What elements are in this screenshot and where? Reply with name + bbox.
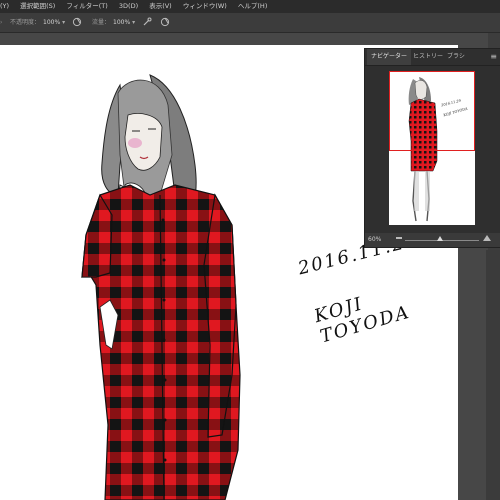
options-bar: › 不透明度： 100% ▾ 流量： 100% ▾ xyxy=(0,13,500,33)
right-dock-strip xyxy=(486,250,500,500)
panel-tabs: ナビゲーター ヒストリー ブラシ ≡ xyxy=(365,49,500,66)
pressure-opacity-icon[interactable] xyxy=(72,17,82,27)
airbrush-icon[interactable] xyxy=(142,17,152,27)
chevron-left-icon[interactable]: › xyxy=(0,13,8,32)
dropdown-icon[interactable]: ▾ xyxy=(62,19,65,26)
flow-value[interactable]: 100% xyxy=(113,19,130,26)
zoom-out-icon[interactable] xyxy=(396,237,402,243)
panel-menu-icon[interactable]: ≡ xyxy=(490,52,497,61)
zoom-in-icon[interactable] xyxy=(483,235,491,241)
menu-image[interactable]: (Y) xyxy=(0,0,9,13)
menu-select[interactable]: 選択範囲(S) xyxy=(20,0,55,13)
menu-help[interactable]: ヘルプ(H) xyxy=(238,0,267,13)
navigator-thumbnail[interactable]: 2016.11.29 KOJI TOYODA xyxy=(389,71,475,225)
zoom-slider-handle[interactable] xyxy=(437,236,443,241)
tab-navigator[interactable]: ナビゲーター xyxy=(367,49,412,65)
menu-filter[interactable]: フィルター(T) xyxy=(66,0,107,13)
pressure-size-icon[interactable] xyxy=(160,17,170,27)
zoom-percent[interactable]: 60% xyxy=(368,236,381,243)
dropdown-icon[interactable]: ▾ xyxy=(132,19,135,26)
opacity-value[interactable]: 100% xyxy=(43,19,60,26)
menu-3d[interactable]: 3D(D) xyxy=(119,0,138,13)
menu-bar: (Y) 選択範囲(S) フィルター(T) 3D(D) 表示(V) ウィンドウ(W… xyxy=(0,0,500,13)
tab-history[interactable]: ヒストリー xyxy=(409,49,447,65)
menu-view[interactable]: 表示(V) xyxy=(149,0,172,13)
opacity-group: 不透明度： 100% ▾ xyxy=(10,13,65,32)
navigator-zoom-row: 60% xyxy=(365,233,500,247)
flow-label: 流量： xyxy=(92,19,111,26)
navigator-view-box[interactable] xyxy=(389,71,475,151)
navigator-panel: ナビゲーター ヒストリー ブラシ ≡ 2016.11.29 KOJI TOYOD… xyxy=(364,48,500,248)
tab-brush[interactable]: ブラシ xyxy=(443,49,469,65)
opacity-label: 不透明度： xyxy=(10,19,41,26)
flow-group: 流量： 100% ▾ xyxy=(92,13,135,32)
menu-window[interactable]: ウィンドウ(W) xyxy=(183,0,227,13)
